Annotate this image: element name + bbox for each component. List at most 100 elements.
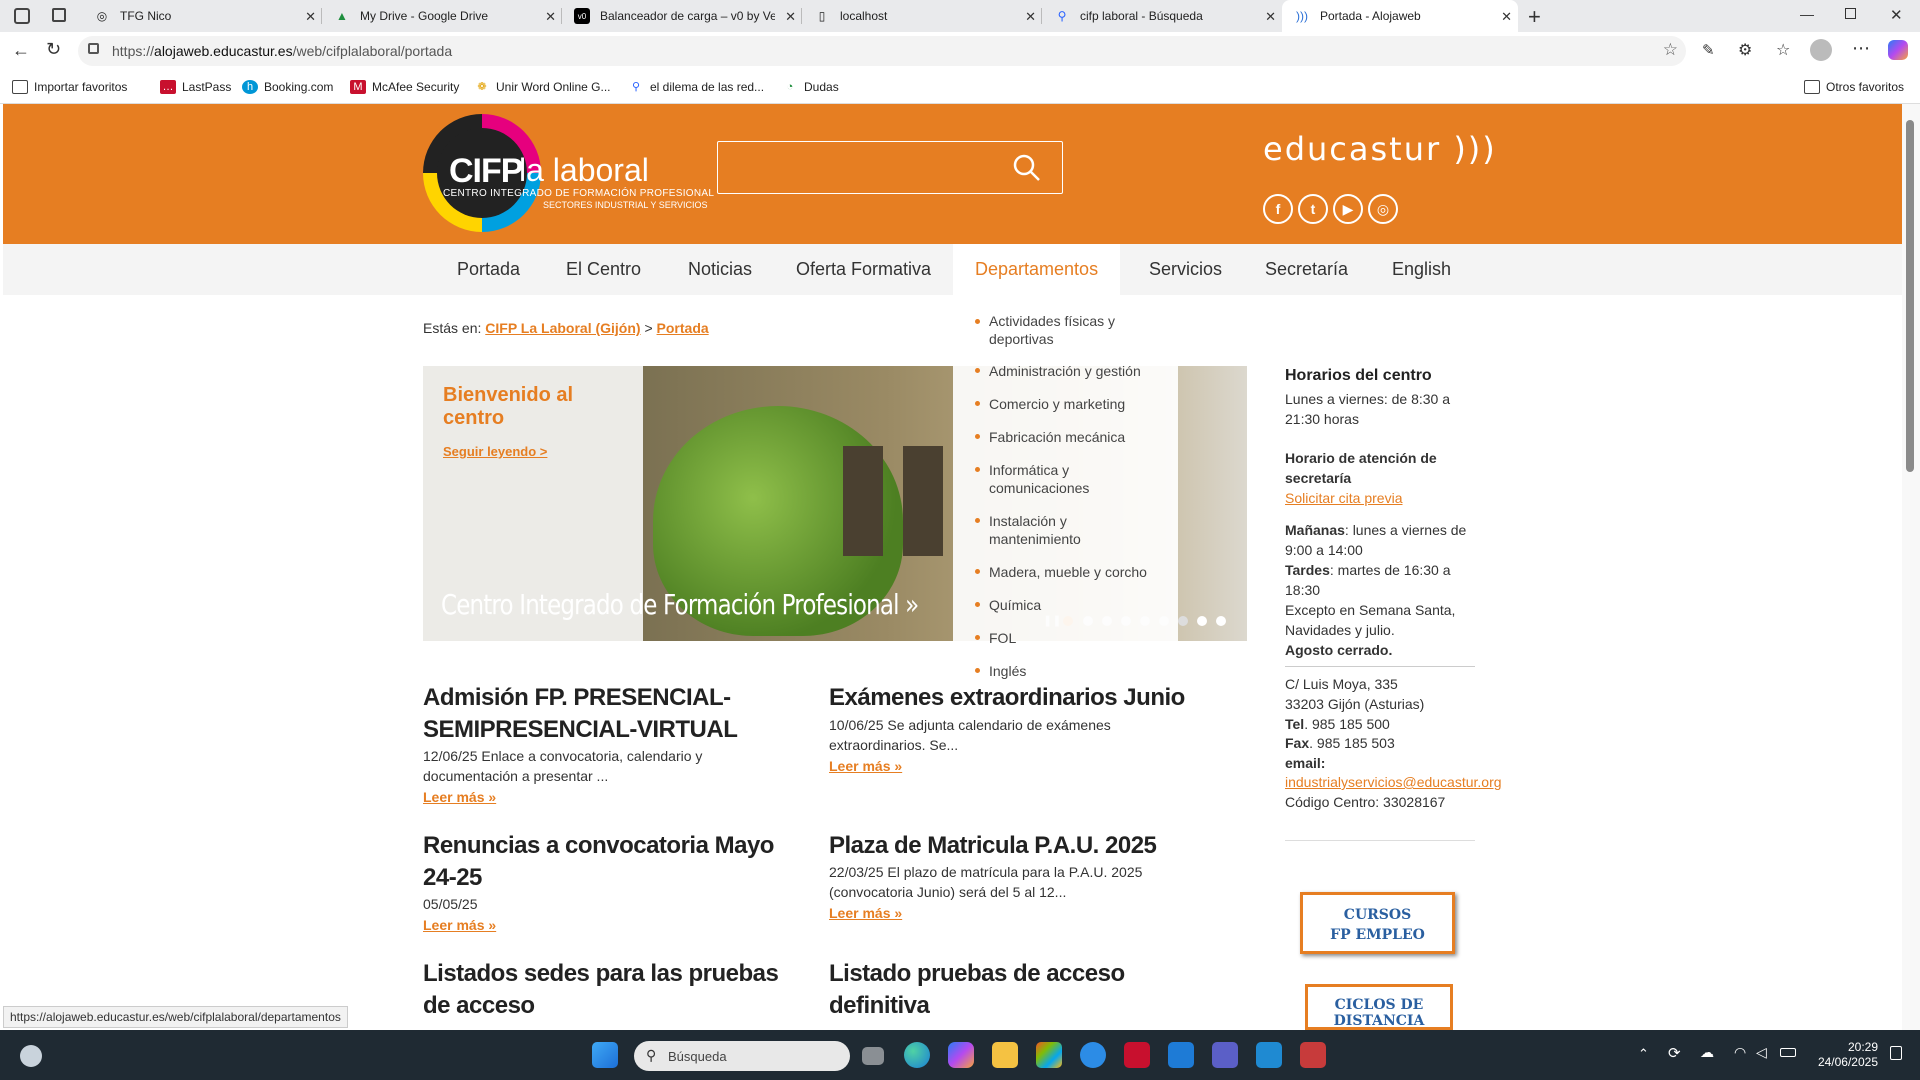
solicitar-cita-link[interactable]: Solicitar cita previa [1285,488,1485,508]
extension-icon[interactable]: ✎ [1702,41,1715,59]
ciclos-distancia-banner[interactable]: CICLOS DE DISTANCIA [1305,984,1453,1030]
fav-dudas[interactable]: ◔ Dudas [782,80,839,94]
more-icon[interactable]: ⋯ [1852,38,1870,59]
dept-instalacion[interactable]: Instalación y mantenimiento [989,512,1129,548]
minimize-icon[interactable]: — [1800,6,1814,22]
tab-google-drive[interactable]: ▲ My Drive - Google Drive ✕ [322,0,562,32]
hp-app-icon[interactable] [1168,1042,1194,1068]
battery-icon[interactable] [1780,1048,1796,1057]
nav-oferta-formativa[interactable]: Oferta Formativa [774,244,953,295]
slider-read-more[interactable]: Seguir leyendo > [443,444,547,459]
dept-comercio[interactable]: Comercio y marketing [989,395,1164,413]
wifi-icon[interactable]: ◠ [1734,1044,1746,1061]
news-title[interactable]: Plaza de Matricula P.A.U. 2025 [829,830,1249,862]
dept-quimica[interactable]: Química [989,596,1164,614]
fav-mcafee[interactable]: M McAfee Security [350,80,459,94]
close-icon[interactable]: ✕ [1501,9,1512,25]
other-favorites[interactable]: Otros favoritos [1804,80,1904,94]
system-clock[interactable]: 20:29 24/06/2025 [1810,1040,1878,1070]
refresh-icon[interactable]: ↻ [46,39,61,60]
fav-dilema[interactable]: ⚲ el dilema de las red... [628,80,764,94]
mcafee-icon[interactable] [1124,1042,1150,1068]
news-title[interactable]: Listado pruebas de acceso definitiva [829,958,1209,1022]
start-icon[interactable] [592,1042,618,1068]
read-more-link[interactable]: Leer más » [423,917,496,933]
file-explorer-icon[interactable] [992,1042,1018,1068]
star-icon[interactable]: ☆ [1663,40,1678,60]
nav-english[interactable]: English [1370,244,1473,295]
task-view-icon[interactable] [862,1047,884,1065]
search-icon[interactable] [1011,152,1041,182]
tab-alojaweb[interactable]: ))) Portada - Alojaweb ✕ [1282,0,1518,32]
fav-unir[interactable]: ❁ Unir Word Online G... [474,80,610,94]
favorites-icon[interactable]: ☆ [1776,40,1790,60]
tab-vercel[interactable]: v0 Balanceador de carga – v0 by Vercel ✕ [562,0,802,32]
workspaces-icon[interactable] [14,8,30,24]
weather-icon[interactable] [20,1045,42,1067]
news-title[interactable]: Admisión FP. PRESENCIAL-SEMIPRESENCIAL-V… [423,682,763,746]
nav-servicios[interactable]: Servicios [1127,244,1244,295]
dept-ingles[interactable]: Inglés [989,662,1164,680]
dept-administracion[interactable]: Administración y gestión [989,362,1164,380]
dept-fol[interactable]: FOL [989,629,1164,647]
store-icon[interactable] [1036,1042,1062,1068]
copilot-icon[interactable] [1888,40,1908,60]
dept-informatica[interactable]: Informática y comunicaciones [989,461,1129,497]
notifications-icon[interactable] [1890,1046,1902,1060]
fav-lastpass[interactable]: … LastPass [160,80,231,94]
fav-booking[interactable]: h Booking.com [242,80,333,94]
snipping-tool-icon[interactable] [1300,1042,1326,1068]
breadcrumb-cifp[interactable]: CIFP La Laboral (Gijón) [485,320,640,336]
tab-localhost[interactable]: ▯ localhost ✕ [802,0,1042,32]
read-more-link[interactable]: Leer más » [829,758,902,774]
volume-icon[interactable]: ◁ [1756,1044,1767,1061]
news-title[interactable]: Exámenes extraordinarios Junio [829,682,1249,714]
profile-avatar[interactable] [1810,39,1832,61]
vscode-icon[interactable] [1256,1042,1282,1068]
sync-icon[interactable]: ⟳ [1668,1044,1681,1062]
slider-dot[interactable] [1197,616,1207,626]
tab-actions-icon[interactable] [52,8,66,22]
instagram-icon[interactable]: ◎ [1368,194,1398,224]
dept-actividades-fisicas[interactable]: Actividades físicas y deportivas [989,312,1164,348]
breadcrumb-portada[interactable]: Portada [657,320,709,336]
close-window-icon[interactable]: ✕ [1890,6,1903,24]
close-icon[interactable]: ✕ [1265,9,1276,25]
slider-dot[interactable] [1178,616,1188,626]
nav-portada[interactable]: Portada [435,244,542,295]
network-off-icon[interactable]: ☁ [1700,1044,1714,1061]
educastur-logo[interactable]: educastur ))) [1263,130,1497,168]
url-input[interactable]: https://alojaweb.educastur.es/web/cifpla… [78,36,1686,66]
slider-dot[interactable] [1216,616,1226,626]
dept-madera[interactable]: Madera, mueble y corcho [989,563,1164,581]
email-link[interactable]: industrialyservicios@educastur.org [1285,772,1545,792]
fav-import[interactable]: Importar favoritos [12,80,127,94]
close-icon[interactable]: ✕ [545,9,556,25]
facebook-icon[interactable]: f [1263,194,1293,224]
tab-tfg-nico[interactable]: ◎ TFG Nico ✕ [82,0,322,32]
news-title[interactable]: Listados sedes para las pruebas de acces… [423,958,803,1022]
chevron-up-icon[interactable]: ⌃ [1638,1046,1649,1062]
extensions-puzzle-icon[interactable]: ⚙ [1738,40,1752,60]
nav-secretaria[interactable]: Secretaría [1243,244,1370,295]
taskbar-search[interactable]: ⚲ Búsqueda [634,1041,850,1071]
restore-icon[interactable] [1845,8,1856,19]
read-more-link[interactable]: Leer más » [829,905,902,921]
slider-caption[interactable]: Centro Integrado de Formación Profesiona… [441,588,919,621]
cursos-fp-empleo-banner[interactable]: CURSOS FP EMPLEO [1300,892,1455,954]
help-icon[interactable] [1080,1042,1106,1068]
close-icon[interactable]: ✕ [1025,9,1036,25]
copilot-icon[interactable] [948,1042,974,1068]
nav-el-centro[interactable]: El Centro [544,244,663,295]
close-icon[interactable]: ✕ [785,9,796,25]
close-icon[interactable]: ✕ [305,9,316,25]
teams-icon[interactable] [1212,1042,1238,1068]
scrollbar-thumb[interactable] [1906,120,1914,472]
back-icon[interactable]: ← [12,40,30,61]
news-title[interactable]: Renuncias a convocatoria Mayo 24-25 [423,830,803,894]
twitter-icon[interactable]: t [1298,194,1328,224]
tab-bing-search[interactable]: ⚲ cifp laboral - Búsqueda ✕ [1042,0,1282,32]
edge-icon[interactable] [904,1042,930,1068]
nav-departamentos[interactable]: Departamentos [953,244,1121,295]
nav-noticias[interactable]: Noticias [666,244,774,295]
